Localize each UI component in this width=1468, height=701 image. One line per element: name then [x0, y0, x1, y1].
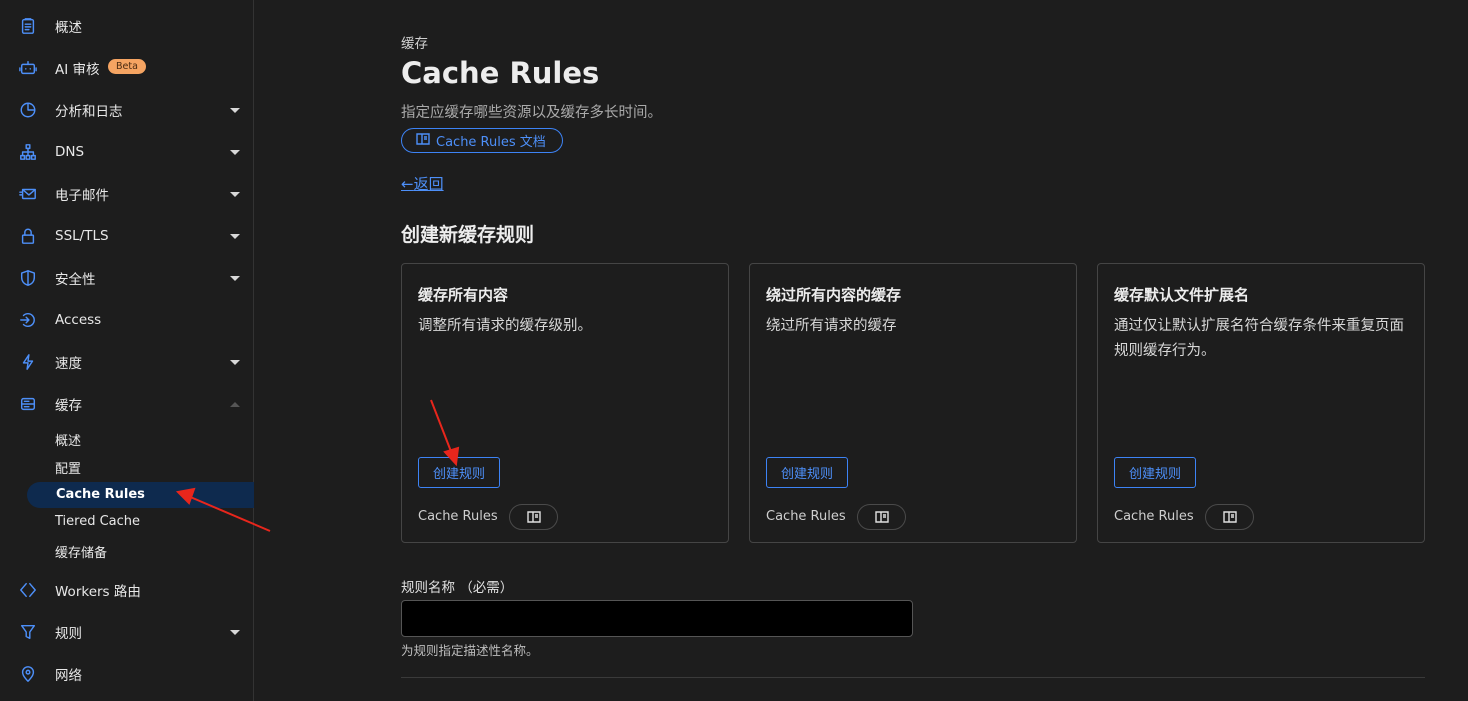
- sidebar-item-label: Access: [55, 312, 102, 328]
- card-footer-label: Cache Rules: [766, 509, 846, 524]
- sidebar-item-dns[interactable]: DNS: [0, 131, 254, 173]
- sidebar-subitem-cache-reserve[interactable]: 缓存储备: [55, 542, 107, 561]
- breadcrumb[interactable]: 缓存: [401, 32, 428, 52]
- back-link-label: 返回: [413, 175, 444, 193]
- create-rule-button[interactable]: 创建规则: [766, 457, 849, 488]
- docs-link-label: Cache Rules 文档: [436, 135, 546, 150]
- sidebar-item-analytics[interactable]: 分析和日志: [0, 89, 254, 131]
- sidebar-item-ai-audit[interactable]: AI 审核 Beta: [0, 47, 254, 89]
- page-title: Cache Rules: [401, 56, 600, 90]
- sidebar-item-access[interactable]: Access: [0, 299, 254, 341]
- sidebar-item-label: 网络: [55, 668, 82, 684]
- mail-icon: [18, 184, 38, 204]
- chevron-up-icon: [230, 401, 240, 407]
- chevron-down-icon: [230, 107, 240, 113]
- card-title: 绕过所有内容的缓存: [766, 286, 902, 304]
- template-card: 绕过所有内容的缓存 绕过所有请求的缓存 创建规则 Cache Rules: [749, 263, 1077, 543]
- shield-icon: [18, 268, 38, 288]
- divider: [401, 677, 1425, 678]
- sidebar-item-label: 分析和日志: [55, 104, 123, 120]
- rules-icon: [18, 622, 38, 642]
- chevron-down-icon: [230, 275, 240, 281]
- sidebar-item-label: 安全性: [55, 272, 96, 288]
- create-rule-button[interactable]: 创建规则: [418, 457, 501, 488]
- book-icon[interactable]: [509, 504, 558, 530]
- sidebar-item-label: 缓存: [55, 398, 82, 414]
- card-description: 调整所有请求的缓存级别。: [418, 318, 592, 334]
- sidebar-item-label: Workers 路由: [55, 584, 141, 600]
- chevron-down-icon: [230, 359, 240, 365]
- clipboard-icon: [18, 16, 38, 36]
- card-description: 通过仅让默认扩展名符合缓存条件来重复页面规则缓存行为。: [1114, 318, 1404, 359]
- robot-icon: [18, 58, 38, 78]
- sidebar-item-label: 速度: [55, 356, 82, 372]
- workers-icon: [18, 580, 38, 600]
- sidebar: 概述 AI 审核 Beta 分析和日志 DNS 电子邮件 SSL/TLS 安全性…: [0, 0, 254, 701]
- network-tree-icon: [18, 142, 38, 162]
- access-icon: [18, 310, 38, 330]
- beta-badge: Beta: [108, 59, 146, 74]
- arrow-left-icon: ←: [401, 175, 414, 193]
- card-description: 绕过所有请求的缓存: [766, 318, 897, 334]
- sidebar-item-workers-routes[interactable]: Workers 路由: [0, 569, 254, 611]
- sidebar-item-label: 规则: [55, 626, 82, 642]
- sidebar-subitem-cache-rules[interactable]: Cache Rules: [56, 487, 145, 502]
- card-title: 缓存所有内容: [418, 286, 509, 304]
- card-footer-label: Cache Rules: [418, 509, 498, 524]
- storage-icon: [18, 394, 38, 414]
- template-card: 缓存默认文件扩展名 通过仅让默认扩展名符合缓存条件来重复页面规则缓存行为。 创建…: [1097, 263, 1425, 543]
- location-pin-icon: [18, 664, 38, 684]
- sidebar-item-label: AI 审核: [55, 62, 100, 78]
- sidebar-item-overview[interactable]: 概述: [0, 5, 254, 47]
- rule-name-hint: 为规则指定描述性名称。: [401, 643, 539, 658]
- book-icon: [416, 132, 430, 149]
- back-link[interactable]: ←返回: [401, 173, 444, 194]
- lightning-icon: [18, 352, 38, 372]
- sidebar-subitem-cache-config[interactable]: 配置: [55, 458, 81, 477]
- sidebar-item-rules[interactable]: 规则: [0, 611, 254, 653]
- sidebar-item-security[interactable]: 安全性: [0, 257, 254, 299]
- section-title: 创建新缓存规则: [401, 224, 535, 246]
- sidebar-item-cache[interactable]: 缓存: [0, 383, 254, 425]
- page-description: 指定应缓存哪些资源以及缓存多长时间。: [401, 105, 662, 121]
- chevron-down-icon: [230, 191, 240, 197]
- sidebar-item-network[interactable]: 网络: [0, 653, 254, 695]
- card-footer-label: Cache Rules: [1114, 509, 1194, 524]
- main-content: 缓存 Cache Rules 指定应缓存哪些资源以及缓存多长时间。 Cache …: [255, 0, 1468, 701]
- rule-name-input[interactable]: [401, 600, 913, 637]
- chevron-down-icon: [230, 629, 240, 635]
- sidebar-subitem-cache-overview[interactable]: 概述: [55, 430, 81, 449]
- pie-chart-icon: [18, 100, 38, 120]
- sidebar-item-label: DNS: [55, 144, 85, 160]
- book-icon[interactable]: [857, 504, 906, 530]
- create-rule-button[interactable]: 创建规则: [1114, 457, 1197, 488]
- book-icon[interactable]: [1205, 504, 1254, 530]
- lock-icon: [18, 226, 38, 246]
- rule-name-label: 规则名称 （必需）: [401, 580, 514, 596]
- template-card: 缓存所有内容 调整所有请求的缓存级别。 创建规则 Cache Rules: [401, 263, 729, 543]
- sidebar-item-label: 概述: [55, 20, 82, 36]
- sidebar-item-ssl-tls[interactable]: SSL/TLS: [0, 215, 254, 257]
- sidebar-item-label: SSL/TLS: [55, 228, 109, 244]
- sidebar-item-speed[interactable]: 速度: [0, 341, 254, 383]
- chevron-down-icon: [230, 149, 240, 155]
- sidebar-subitem-tiered-cache[interactable]: Tiered Cache: [55, 514, 140, 529]
- card-title: 缓存默认文件扩展名: [1114, 286, 1250, 304]
- chevron-down-icon: [230, 233, 240, 239]
- docs-link-button[interactable]: Cache Rules 文档: [401, 128, 563, 153]
- sidebar-item-email[interactable]: 电子邮件: [0, 173, 254, 215]
- sidebar-item-label: 电子邮件: [55, 188, 109, 204]
